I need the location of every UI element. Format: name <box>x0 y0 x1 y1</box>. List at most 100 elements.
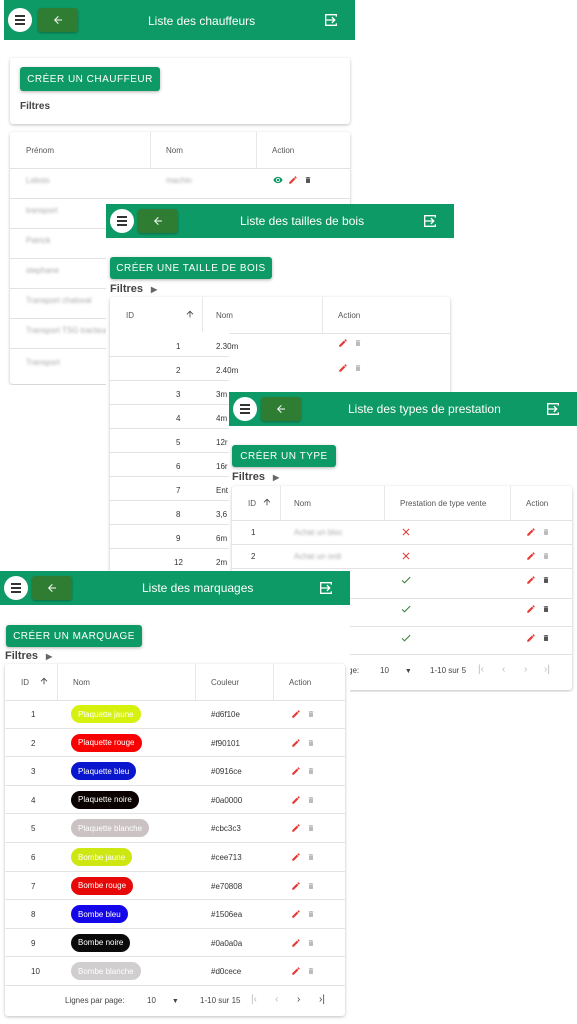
last-page-icon[interactable]: ›| <box>319 994 325 1005</box>
eye-icon[interactable] <box>272 175 284 185</box>
edit-icon[interactable] <box>288 175 298 185</box>
edit-icon[interactable] <box>338 363 348 373</box>
sizes-actions <box>338 338 368 388</box>
next-page-icon[interactable]: › <box>524 664 527 675</box>
create-marking-button[interactable]: CRÉER UN MARQUAGE <box>6 625 142 647</box>
arrow-up-icon[interactable] <box>185 309 195 319</box>
app-bar: Liste des tailles de bois <box>106 204 454 238</box>
marking-color-pill: Bombe bleu <box>71 905 128 924</box>
type-name: Achat un ordi <box>294 552 342 561</box>
delete-icon[interactable] <box>307 938 315 948</box>
edit-icon[interactable] <box>526 604 536 614</box>
marking-color-code: #0a0a0a <box>211 938 243 948</box>
rows-per-page-select[interactable]: 10 ▼ <box>147 996 179 1005</box>
arrow-up-icon[interactable] <box>262 497 272 507</box>
filters-toggle[interactable]: Filtres ▶ <box>5 650 52 662</box>
delete-icon[interactable] <box>307 738 315 748</box>
column-header[interactable]: Prestation de type vente <box>400 499 486 508</box>
column-header[interactable]: ID <box>248 499 256 508</box>
table-row: 3 Plaquette bleu #0916ce <box>5 757 345 786</box>
menu-icon[interactable] <box>8 8 32 32</box>
back-button[interactable] <box>32 576 72 600</box>
driver-firstname: Transport <box>26 358 60 367</box>
edit-icon[interactable] <box>291 881 301 891</box>
column-header[interactable]: Nom <box>216 311 233 320</box>
create-size-button[interactable]: CRÉER UNE TAILLE DE BOIS <box>110 257 272 279</box>
column-header[interactable]: Nom <box>166 146 183 155</box>
delete-icon[interactable] <box>307 795 315 805</box>
markings-rows: 1 Plaquette jaune #d6f10e 2 Plaquette rouge #… <box>5 700 345 986</box>
next-page-icon[interactable]: › <box>297 994 300 1005</box>
arrow-left-icon <box>54 16 62 24</box>
delete-icon[interactable] <box>307 966 315 976</box>
filters-toggle[interactable]: Filtres ▶ <box>110 283 157 295</box>
driver-firstname: Lebois <box>26 176 50 185</box>
edit-icon[interactable] <box>526 527 536 537</box>
logout-icon[interactable] <box>422 213 438 229</box>
rows-per-page-value: 10 <box>147 996 156 1005</box>
table-row: 7 Bombe rouge #e70808 <box>5 872 345 901</box>
column-header[interactable]: Prénom <box>26 146 54 155</box>
delete-icon[interactable] <box>307 823 315 833</box>
delete-icon[interactable] <box>542 604 550 614</box>
menu-icon[interactable] <box>4 576 28 600</box>
arrow-up-icon[interactable] <box>39 676 49 686</box>
rows-per-page-label: Lignes par page: <box>65 996 125 1005</box>
edit-icon[interactable] <box>291 938 301 948</box>
prev-page-icon[interactable]: ‹ <box>502 664 505 675</box>
rows-per-page-select[interactable]: 10 ▼ <box>380 666 412 675</box>
first-page-icon[interactable]: |‹ <box>478 664 484 675</box>
edit-icon[interactable] <box>291 709 301 719</box>
delete-icon[interactable] <box>542 575 550 585</box>
column-header[interactable]: Nom <box>73 678 90 687</box>
edit-icon[interactable] <box>338 338 348 348</box>
back-button[interactable] <box>261 397 301 421</box>
edit-icon[interactable] <box>291 909 301 919</box>
delete-icon[interactable] <box>542 527 550 537</box>
edit-icon[interactable] <box>291 766 301 776</box>
delete-icon[interactable] <box>354 363 362 373</box>
menu-icon[interactable] <box>110 209 134 233</box>
filters-label: Filtres <box>232 471 266 483</box>
delete-icon[interactable] <box>307 766 315 776</box>
first-page-icon[interactable]: |‹ <box>251 994 257 1005</box>
rows-per-page-value: 10 <box>380 666 389 675</box>
cross-icon <box>402 528 410 536</box>
markings-table: ID Nom Couleur Action 1 Plaquette jaune #d… <box>5 664 345 1016</box>
edit-icon[interactable] <box>291 823 301 833</box>
back-button[interactable] <box>38 8 78 32</box>
edit-icon[interactable] <box>526 551 536 561</box>
delete-icon[interactable] <box>304 175 312 185</box>
filters-toggle[interactable]: Filtres ▶ <box>232 471 279 483</box>
create-type-button[interactable]: CRÉER UN TYPE <box>232 445 336 467</box>
create-driver-button[interactable]: CRÉER UN CHAUFFEUR <box>20 67 160 91</box>
delete-icon[interactable] <box>354 338 362 348</box>
check-icon <box>401 634 411 642</box>
delete-icon[interactable] <box>542 633 550 643</box>
marking-color-pill: Plaquette blanche <box>71 819 150 838</box>
column-header[interactable]: ID <box>126 311 134 320</box>
edit-icon[interactable] <box>291 795 301 805</box>
edit-icon[interactable] <box>526 633 536 643</box>
edit-icon[interactable] <box>291 852 301 862</box>
logout-icon[interactable] <box>323 12 339 28</box>
edit-icon[interactable] <box>291 738 301 748</box>
delete-icon[interactable] <box>542 551 550 561</box>
prev-page-icon[interactable]: ‹ <box>275 994 278 1005</box>
page-range: 1-10 sur 15 <box>200 996 241 1005</box>
logout-icon[interactable] <box>318 580 334 596</box>
delete-icon[interactable] <box>307 909 315 919</box>
column-header[interactable]: Nom <box>294 499 311 508</box>
marking-id: 9 <box>31 938 36 948</box>
column-header[interactable]: Couleur <box>211 678 239 687</box>
delete-icon[interactable] <box>307 852 315 862</box>
column-header[interactable]: ID <box>21 678 29 687</box>
logout-icon[interactable] <box>545 401 561 417</box>
delete-icon[interactable] <box>307 881 315 891</box>
menu-icon[interactable] <box>233 397 257 421</box>
delete-icon[interactable] <box>307 709 315 719</box>
edit-icon[interactable] <box>291 966 301 976</box>
back-button[interactable] <box>138 209 178 233</box>
last-page-icon[interactable]: ›| <box>544 664 550 675</box>
edit-icon[interactable] <box>526 575 536 585</box>
